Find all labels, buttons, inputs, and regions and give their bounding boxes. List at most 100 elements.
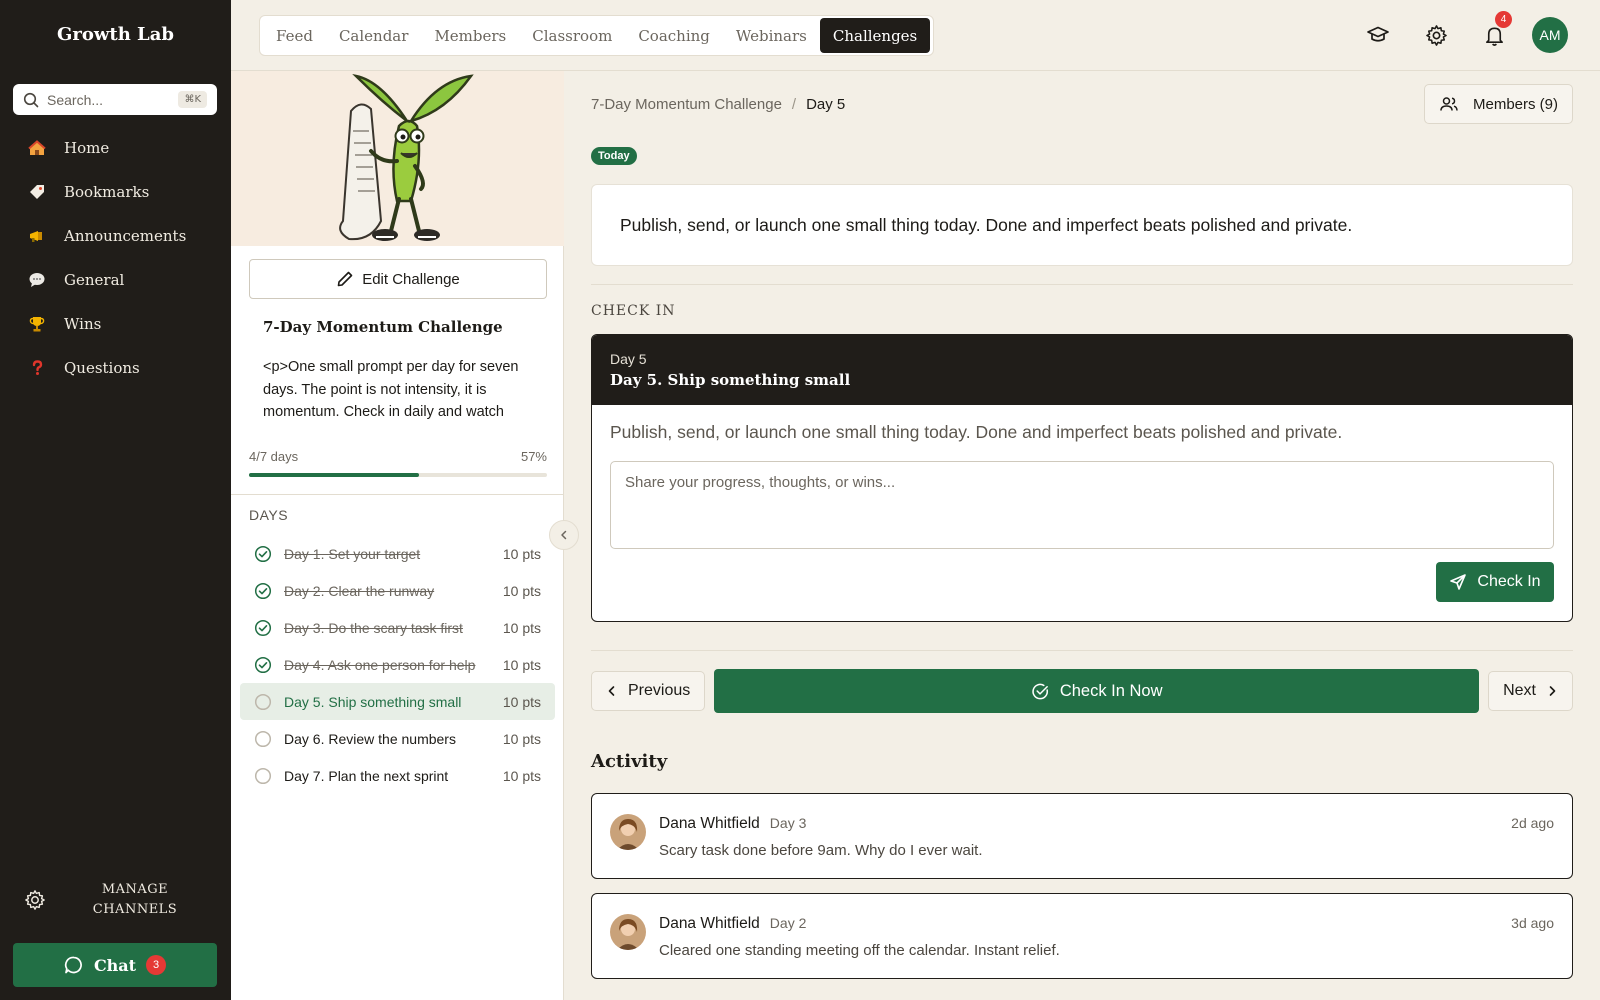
sidebar-item-general[interactable]: General [0, 258, 231, 302]
day-points: 10 pts [502, 582, 541, 599]
sidebar-item-label: Home [64, 139, 110, 157]
sidebar-item-announcements[interactable]: Announcements [0, 214, 231, 258]
tab-coaching[interactable]: Coaching [625, 18, 723, 53]
day-item[interactable]: Day 5. Ship something small 10 pts [240, 683, 555, 720]
sidebar-item-wins[interactable]: Wins [0, 302, 231, 346]
activity-text: Scary task done before 9am. Why do I eve… [659, 842, 983, 859]
check-circle-icon [1032, 683, 1048, 699]
previous-day-button[interactable]: Previous [591, 671, 706, 711]
check-circle-icon [254, 582, 272, 599]
chat-button[interactable]: Chat 3 [13, 943, 217, 987]
tab-challenges[interactable]: Challenges [819, 18, 931, 53]
days-list: Day 1. Set your target 10 pts Day 2. Clear… [240, 535, 555, 794]
sidebar-item-label: Announcements [64, 227, 187, 245]
chat-label: Chat [93, 955, 137, 975]
day-detail: 7-Day Momentum Challenge / Day 5 Members (… [564, 71, 1600, 1000]
check-in-submit-button[interactable]: Check In [1436, 562, 1554, 602]
progress-days: 4/7 days [249, 449, 299, 464]
day-label: Day 2. Clear the runway [284, 582, 435, 599]
sidebar-item-bookmarks[interactable]: Bookmarks [0, 170, 231, 214]
sidebar-item-home[interactable]: Home [0, 126, 231, 170]
tab-webinars[interactable]: Webinars [723, 18, 820, 53]
send-icon [1450, 574, 1467, 590]
day-item[interactable]: Day 3. Do the scary task first 10 pts [240, 609, 555, 646]
top-icons: 4 AM [1338, 11, 1568, 53]
chat-icon [64, 956, 82, 974]
check-in-day-label: Day 5 [610, 351, 647, 367]
check-in-card: Day 5 Day 5. Ship something small Publis… [591, 334, 1573, 622]
tab-calendar[interactable]: Calendar [326, 18, 421, 53]
day-navigation: Previous Check In Now Next [591, 669, 1573, 713]
graduation-cap-button[interactable] [1360, 17, 1396, 53]
trophy-icon [26, 313, 48, 335]
avatar[interactable] [610, 814, 646, 850]
activity-author: Dana Whitfield Day 2 [659, 915, 806, 933]
sidebar-item-questions[interactable]: Questions [0, 346, 231, 390]
day-label: Day 6. Review the numbers [284, 730, 456, 747]
day-points: 10 pts [502, 545, 541, 562]
tab-members[interactable]: Members [421, 18, 519, 53]
progress-percent: 57% [520, 449, 547, 464]
house-icon [26, 137, 48, 159]
chevron-left-icon [608, 686, 615, 696]
day-points: 10 pts [502, 767, 541, 784]
day-item[interactable]: Day 4. Ask one person for help 10 pts [240, 646, 555, 683]
author-name[interactable]: Dana Whitfield [659, 915, 760, 932]
edit-challenge-button[interactable]: Edit Challenge [249, 259, 547, 299]
search-icon [23, 92, 39, 107]
activity-list: Dana Whitfield Day 3 2d ago Scary task do… [591, 793, 1573, 993]
users-icon [1440, 97, 1458, 111]
today-badge: Today [591, 147, 637, 165]
next-label: Next [1503, 682, 1536, 699]
activity-time: 3d ago [1511, 915, 1554, 931]
day-label: Day 7. Plan the next sprint [284, 767, 449, 784]
search-box[interactable]: Search... ⌘K [13, 84, 217, 115]
activity-author: Dana Whitfield Day 3 [659, 815, 806, 833]
search-placeholder[interactable]: Search... [47, 92, 103, 108]
challenge-panel: Edit Challenge 7-Day Momentum Challenge … [231, 71, 564, 1000]
avatar[interactable] [610, 914, 646, 950]
next-day-button[interactable]: Next [1488, 671, 1573, 711]
sidebar-item-label: Wins [64, 315, 102, 333]
day-item[interactable]: Day 2. Clear the runway 10 pts [240, 572, 555, 609]
day-item[interactable]: Day 1. Set your target 10 pts [240, 535, 555, 572]
tab-classroom[interactable]: Classroom [519, 18, 625, 53]
activity-item[interactable]: Dana Whitfield Day 3 2d ago Scary task do… [591, 793, 1573, 879]
author-name[interactable]: Dana Whitfield [659, 815, 760, 832]
check-circle-icon [254, 656, 272, 673]
pencil-icon [337, 271, 353, 287]
check-in-now-button[interactable]: Check In Now [714, 669, 1480, 713]
day-points: 10 pts [502, 656, 541, 673]
search-shortcut: ⌘K [178, 91, 207, 108]
settings-button[interactable] [1418, 17, 1454, 53]
breadcrumb-parent[interactable]: 7-Day Momentum Challenge [591, 96, 782, 113]
progress-bar-fill [249, 473, 419, 477]
activity-day: Day 3 [769, 815, 807, 831]
manage-line-1: MANAGE [101, 882, 169, 897]
gear-icon [1425, 24, 1447, 46]
sidebar-item-label: Questions [64, 359, 140, 377]
tab-feed[interactable]: Feed [263, 18, 326, 53]
sprout-mascot-illustration [231, 71, 564, 246]
notifications-button[interactable]: 4 [1476, 11, 1512, 53]
divider [231, 494, 564, 495]
check-circle-icon [254, 545, 272, 562]
day-item[interactable]: Day 6. Review the numbers 10 pts [240, 720, 555, 757]
edit-challenge-label: Edit Challenge [362, 270, 460, 288]
top-bar: Feed Calendar Members Classroom Coaching… [231, 0, 1600, 71]
activity-item[interactable]: Dana Whitfield Day 2 3d ago Cleared one s… [591, 893, 1573, 979]
sidebar-item-label: Bookmarks [64, 183, 150, 201]
manage-line-2: CHANNELS [92, 902, 178, 917]
day-label: Day 1. Set your target [284, 545, 421, 562]
manage-channels-button[interactable]: MANAGE CHANNELS [24, 880, 224, 920]
question-mark-icon [26, 357, 48, 379]
divider [591, 650, 1573, 651]
user-avatar[interactable]: AM [1532, 17, 1568, 53]
check-in-textarea[interactable] [610, 461, 1554, 549]
day-item[interactable]: Day 7. Plan the next sprint 10 pts [240, 757, 555, 794]
divider [591, 284, 1573, 285]
gear-icon [25, 890, 45, 910]
check-in-heading: CHECK IN [591, 303, 676, 319]
members-button[interactable]: Members (9) [1423, 84, 1573, 124]
days-heading: DAYS [249, 507, 289, 523]
